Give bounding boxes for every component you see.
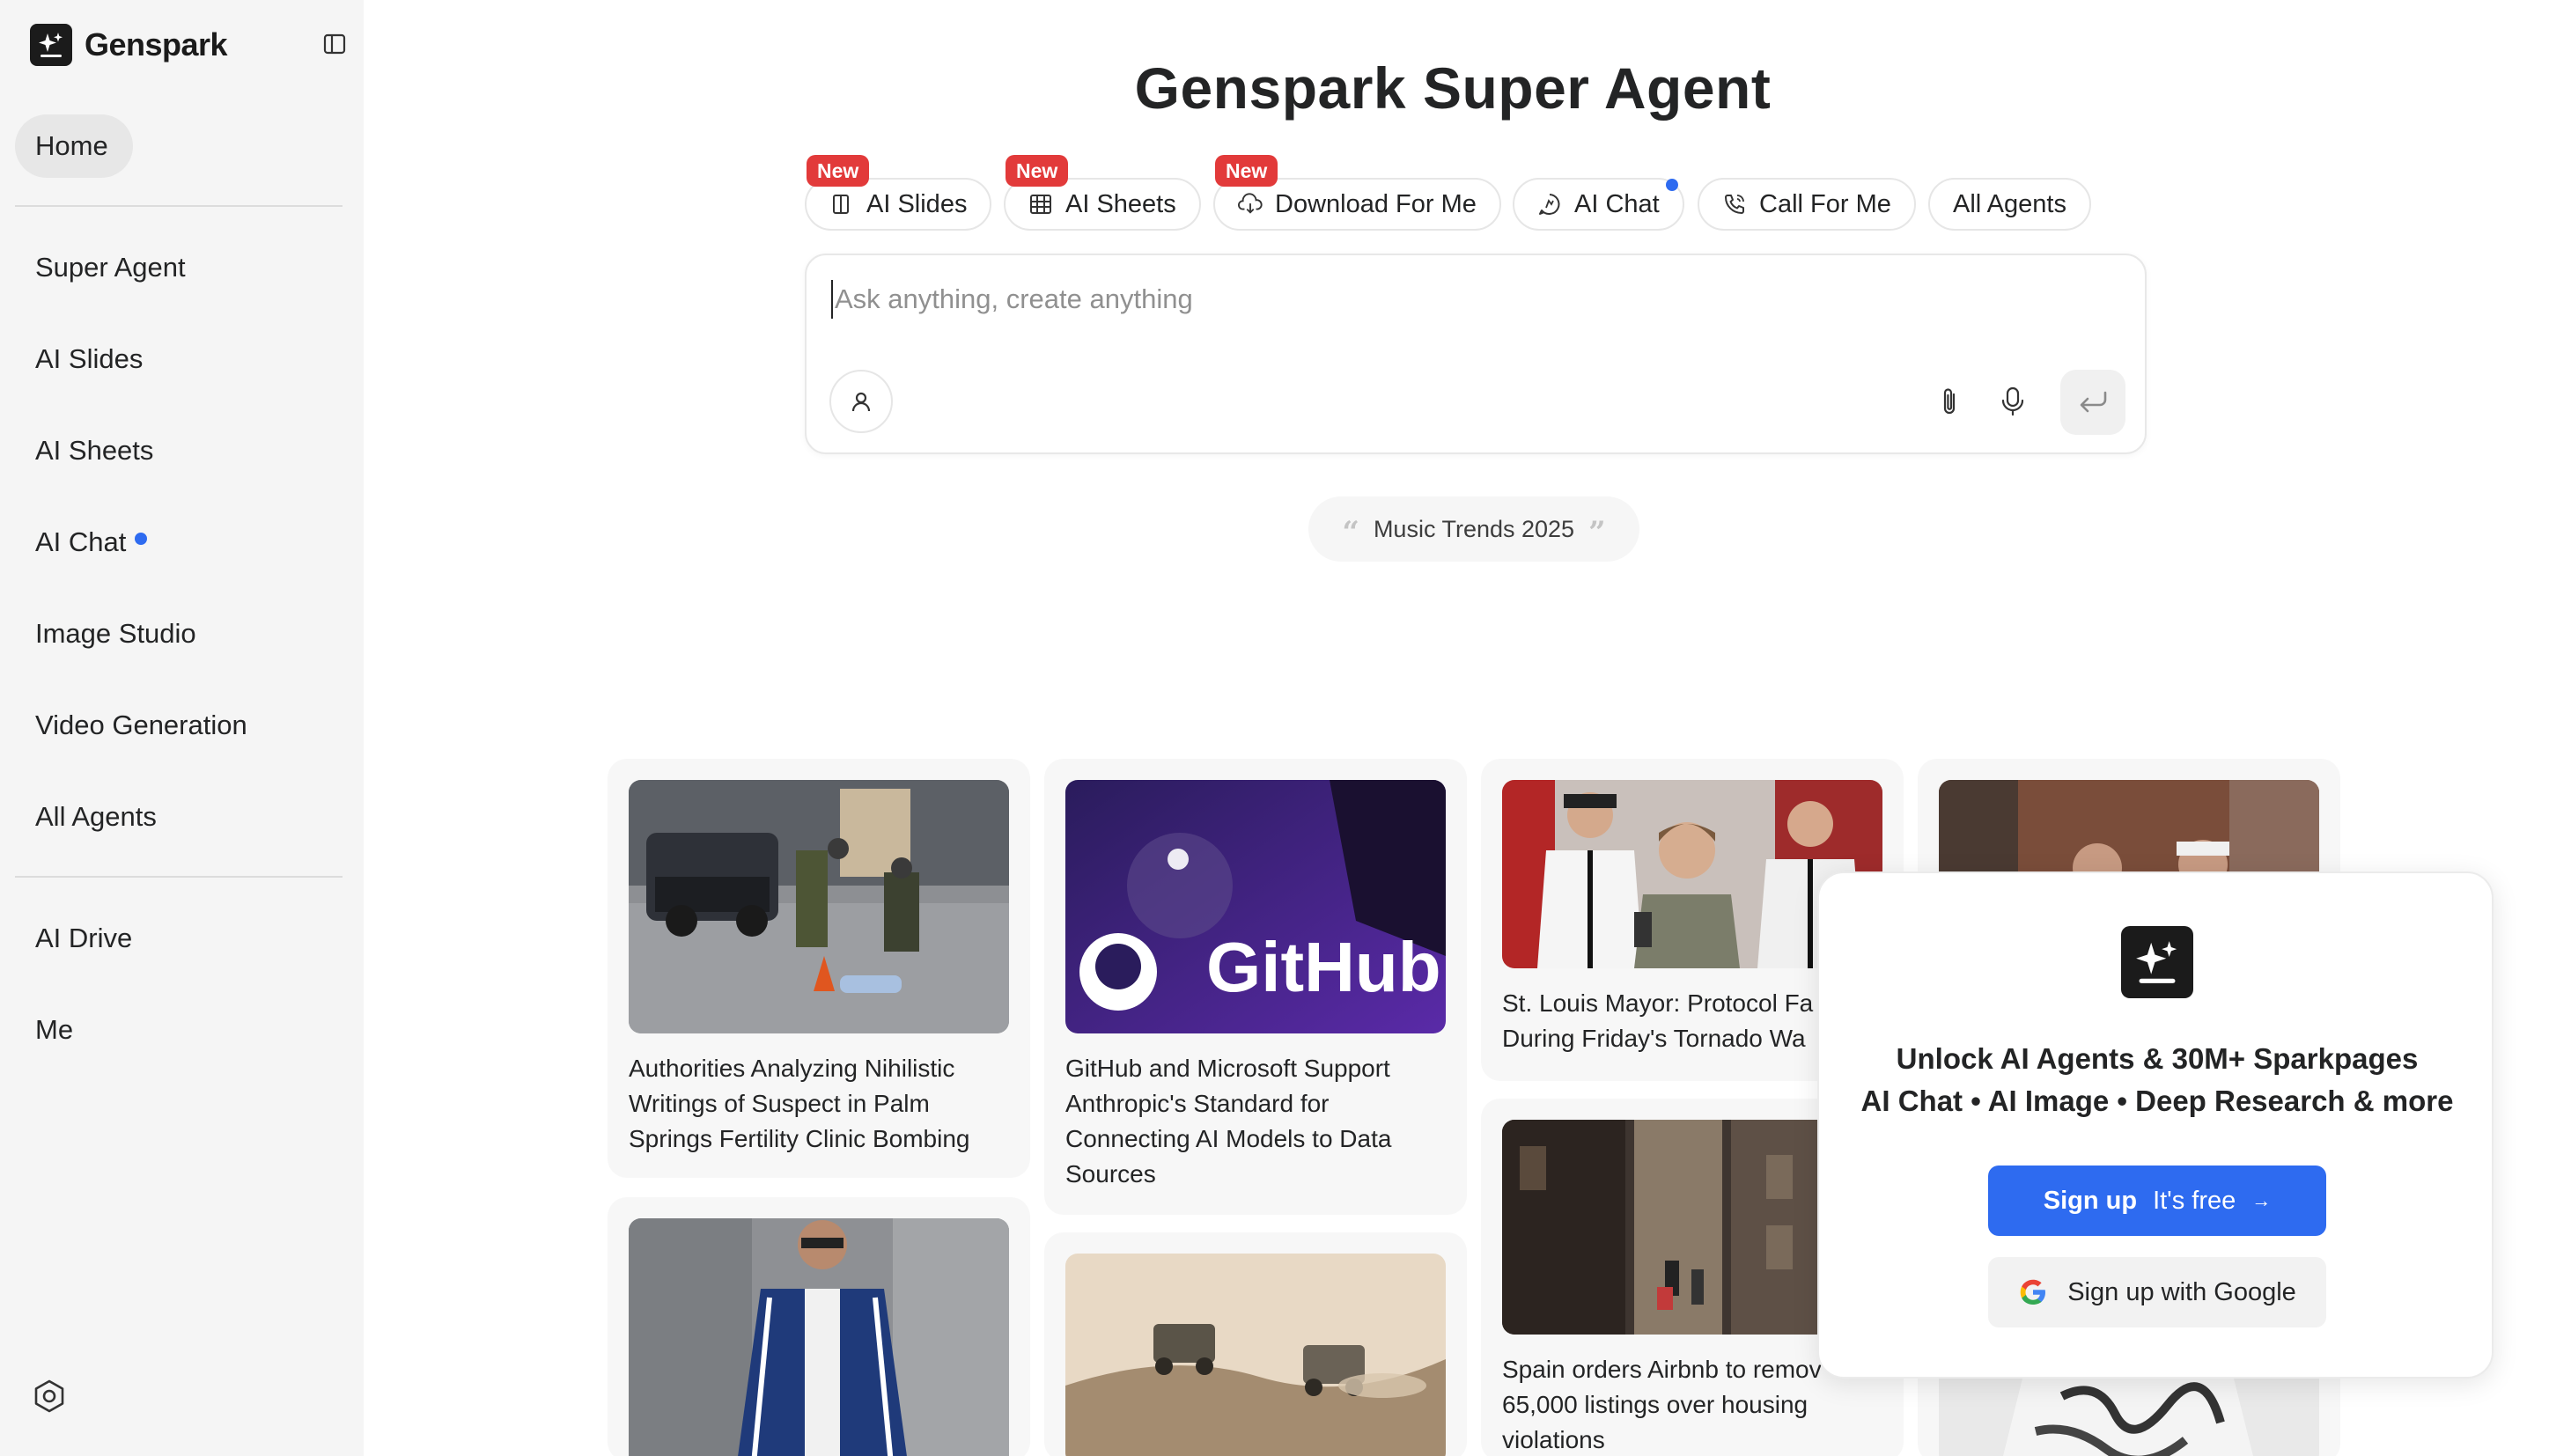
news-image — [629, 1218, 1009, 1456]
brand[interactable]: Genspark — [30, 24, 228, 66]
github-logo-text: GitHub — [1206, 928, 1441, 1006]
slides-icon — [829, 192, 854, 217]
close-quote-icon: ” — [1588, 515, 1606, 550]
google-signup-button[interactable]: Sign up with Google — [1988, 1257, 2326, 1327]
sidebar-item-video-generation[interactable]: Video Generation — [35, 706, 247, 745]
sidebar-divider — [15, 205, 343, 207]
sidebar-item-label: Video Generation — [35, 710, 247, 740]
sidebar-item-label: AI Drive — [35, 923, 133, 953]
brand-name: Genspark — [85, 26, 228, 63]
notification-dot — [135, 533, 148, 545]
suggestion-text: Music Trends 2025 — [1373, 515, 1575, 542]
google-signup-label: Sign up with Google — [2067, 1277, 2296, 1306]
signup-free-label: It's free — [2153, 1186, 2236, 1215]
news-title: Authorities Analyzing Nihilistic Writing… — [629, 1055, 970, 1152]
chip-label: All Agents — [1953, 189, 2066, 218]
new-badge: New — [807, 155, 870, 187]
google-icon — [2020, 1279, 2046, 1305]
sidebar-item-image-studio[interactable]: Image Studio — [35, 614, 196, 653]
microphone-icon[interactable] — [1995, 384, 2030, 419]
chip-ai-chat[interactable]: AI Chat — [1513, 178, 1684, 231]
send-button[interactable] — [2060, 370, 2125, 435]
persona-button[interactable] — [829, 370, 893, 433]
chip-label: Call For Me — [1759, 189, 1891, 218]
chip-label: AI Sheets — [1065, 189, 1176, 218]
sidebar-item-home[interactable]: Home — [15, 114, 133, 178]
notification-dot — [1666, 179, 1678, 191]
news-image — [1065, 1254, 1446, 1456]
sidebar-item-ai-drive[interactable]: AI Drive — [35, 919, 132, 958]
cloud-download-icon — [1238, 192, 1263, 217]
chip-call-for-me[interactable]: Call For Me — [1698, 178, 1916, 231]
user-icon — [851, 392, 871, 412]
new-badge: New — [1215, 155, 1278, 187]
sidebar-item-label: AI Chat — [35, 526, 127, 557]
sidebar-item-label: Super Agent — [35, 252, 186, 283]
sidebar-item-super-agent[interactable]: Super Agent — [35, 248, 186, 287]
news-title: GitHub and Microsoft Support Anthropic's… — [1065, 1055, 1392, 1188]
sidebar-item-label: All Agents — [35, 801, 157, 832]
news-card[interactable]: Authorities Analyzing Nihilistic Writing… — [608, 759, 1030, 1178]
genspark-logo-icon — [2121, 926, 2193, 998]
chip-label: AI Slides — [866, 189, 968, 218]
enter-arrow-icon — [2080, 391, 2107, 413]
signup-button[interactable]: Sign up It's free → — [1988, 1166, 2326, 1236]
signup-label: Sign up — [2043, 1186, 2138, 1215]
chip-label: AI Chat — [1574, 189, 1660, 218]
sidebar-item-me[interactable]: Me — [35, 1011, 73, 1049]
news-card[interactable]: GitHub GitHub and Microsoft Support Anth… — [1044, 759, 1467, 1215]
open-quote-icon: “ — [1342, 515, 1359, 550]
sidebar-item-label: Image Studio — [35, 618, 196, 649]
sidebar-item-ai-chat[interactable]: AI Chat — [35, 523, 148, 562]
modal-subheadline: AI Chat • AI Image • Deep Research & mor… — [1860, 1085, 2454, 1117]
sidebar: Genspark Home Super Agent AI Slides AI S… — [0, 0, 364, 1456]
news-card[interactable] — [1044, 1232, 1467, 1456]
sidebar-item-label: Me — [35, 1014, 74, 1045]
genspark-logo-icon — [30, 24, 72, 66]
sidebar-item-label: AI Slides — [35, 343, 144, 374]
chat-icon — [1537, 192, 1562, 217]
chip-label: Download For Me — [1275, 189, 1477, 218]
arrow-right-icon: → — [2251, 1189, 2272, 1211]
attach-icon[interactable] — [1932, 384, 1967, 419]
news-image: GitHub — [1065, 780, 1446, 1033]
signup-modal: Unlock AI Agents & 30M+ Sparkpages AI Ch… — [1817, 871, 2494, 1379]
prompt-input[interactable] — [831, 280, 1976, 319]
new-badge: New — [1006, 155, 1069, 187]
settings-icon[interactable] — [30, 1377, 69, 1416]
sidebar-item-label: AI Sheets — [35, 435, 154, 466]
sidebar-divider — [15, 876, 343, 878]
sheets-icon — [1028, 192, 1053, 217]
sidebar-item-all-agents[interactable]: All Agents — [35, 798, 157, 836]
news-image — [629, 780, 1009, 1033]
news-card[interactable] — [608, 1197, 1030, 1456]
suggestion-pill[interactable]: “ Music Trends 2025 ” — [1308, 496, 1639, 562]
sidebar-toggle-icon[interactable] — [320, 30, 349, 58]
sidebar-item-ai-sheets[interactable]: AI Sheets — [35, 431, 153, 470]
prompt-box — [805, 254, 2147, 454]
chip-all-agents[interactable]: All Agents — [1928, 178, 2091, 231]
modal-headline: Unlock AI Agents & 30M+ Sparkpages — [1896, 1042, 2419, 1075]
phone-icon — [1722, 192, 1747, 217]
page-title: Genspark Super Agent — [1134, 55, 1772, 121]
sidebar-item-ai-slides[interactable]: AI Slides — [35, 340, 143, 379]
